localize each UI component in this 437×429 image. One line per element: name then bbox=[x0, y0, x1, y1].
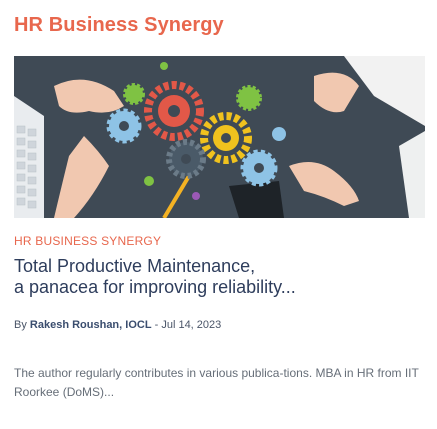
gears-illustration bbox=[14, 56, 425, 218]
author-name[interactable]: Rakesh Roushan, IOCL bbox=[30, 319, 152, 331]
section-title[interactable]: HR Business Synergy bbox=[14, 14, 224, 37]
article-category[interactable]: HR BUSINESS SYNERGY bbox=[14, 234, 161, 248]
byline-separator: - bbox=[151, 319, 162, 331]
article-title-line-1[interactable]: Total Productive Maintenance, bbox=[14, 256, 425, 277]
publish-date: Jul 14, 2023 bbox=[161, 319, 222, 331]
byline-prefix: By bbox=[14, 319, 30, 331]
article-byline: By Rakesh Roushan, IOCL - Jul 14, 2023 bbox=[14, 319, 221, 331]
article-title-line-2[interactable]: a panacea for improving reliability... bbox=[14, 277, 425, 298]
keyboard bbox=[14, 96, 44, 218]
article-hero-image[interactable] bbox=[14, 56, 425, 218]
article-excerpt: The author regularly contributes in vari… bbox=[14, 366, 419, 399]
article-title[interactable]: Total Productive Maintenance, a panacea … bbox=[14, 256, 425, 298]
